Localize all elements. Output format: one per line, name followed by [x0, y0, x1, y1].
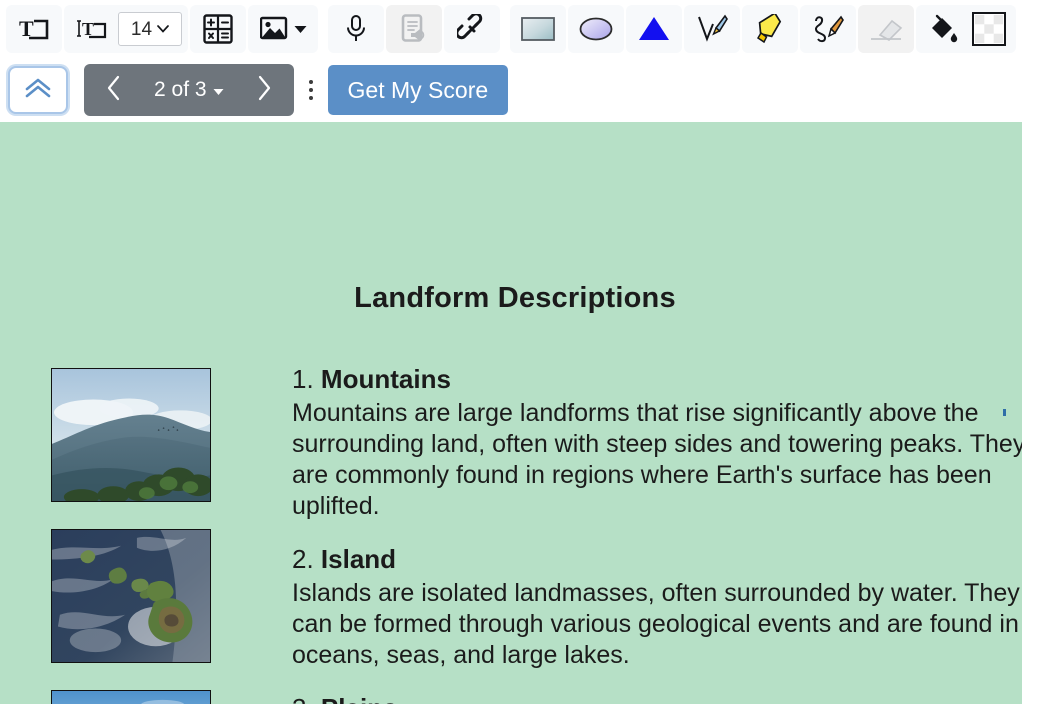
image-icon	[259, 16, 290, 42]
record-audio-button[interactable]	[334, 6, 378, 52]
fill-color-button[interactable]	[922, 6, 966, 52]
entry-body: Islands are isolated landmasses, often s…	[292, 578, 1020, 670]
image-group	[248, 5, 318, 53]
transparent-swatch-icon	[972, 12, 1006, 46]
read-aloud-group	[386, 5, 442, 53]
chevron-double-up-icon	[23, 77, 53, 104]
entry-heading: 1. Mountains	[292, 364, 1030, 396]
pencil-tool-button[interactable]	[806, 6, 850, 52]
paint-bucket-icon	[928, 14, 960, 44]
more-vertical-icon	[308, 88, 313, 92]
eraser-icon	[868, 15, 904, 43]
microphone-icon	[344, 14, 368, 44]
get-my-score-button[interactable]: Get My Score	[327, 65, 509, 115]
entry-body: Mountains are large landforms that rise …	[292, 398, 1026, 521]
rectangle-shape-icon	[520, 15, 556, 43]
document-canvas[interactable]: Landform Descriptions 1. Mountains Mount…	[0, 122, 1030, 704]
formatting-toolbar: T T 14	[0, 0, 1038, 58]
rectangle-group	[510, 5, 566, 53]
ellipse-group	[568, 5, 624, 53]
triangle-tool-button[interactable]	[632, 6, 676, 52]
font-size-value: 14	[130, 18, 153, 40]
link-icon	[457, 14, 487, 44]
next-page-button[interactable]	[238, 64, 290, 116]
font-size-select[interactable]: 14	[118, 12, 182, 46]
equation-button[interactable]	[196, 6, 240, 52]
link-group	[444, 5, 500, 53]
calculator-icon	[203, 14, 233, 44]
entry-number: 1.	[292, 364, 314, 394]
entry-number: 3.	[292, 693, 314, 704]
chevron-down-icon	[213, 78, 224, 102]
text-height-icon: T	[76, 16, 108, 42]
chevron-down-icon	[157, 20, 169, 38]
entry-term: Mountains	[320, 364, 451, 394]
page-navigator: 2 of 3	[84, 64, 294, 116]
text-box-group: T	[6, 5, 62, 53]
pen-icon	[696, 14, 728, 44]
entry-term: Island	[320, 544, 397, 574]
text-box-button[interactable]: T	[12, 6, 56, 52]
island-satellite-photo[interactable]	[51, 529, 211, 663]
entry-term: Plains	[321, 693, 398, 704]
read-aloud-button[interactable]	[392, 6, 436, 52]
text-cursor-mark	[1003, 409, 1006, 416]
ellipse-shape-icon	[578, 15, 614, 43]
plains-photo[interactable]	[51, 690, 211, 704]
entry-number: 2.	[292, 544, 314, 574]
highlighter-tool-button[interactable]	[748, 6, 792, 52]
chevron-down-icon	[294, 25, 307, 34]
document-speaker-icon	[401, 14, 427, 44]
highlighter-group	[742, 5, 798, 53]
pen-group	[684, 5, 740, 53]
eraser-tool-button[interactable]	[864, 6, 908, 52]
pencil-group	[800, 5, 856, 53]
collapse-toolbar-button[interactable]	[8, 66, 68, 114]
pencil-scribble-icon	[812, 14, 844, 44]
ellipse-tool-button[interactable]	[574, 6, 618, 52]
previous-page-button[interactable]	[88, 64, 140, 116]
pen-tool-button[interactable]	[690, 6, 734, 52]
more-vertical-icon	[308, 80, 313, 84]
text-box-icon: T	[19, 16, 49, 42]
triangle-shape-icon	[637, 15, 671, 43]
highlighter-icon	[753, 14, 787, 44]
landform-entry-3: 3. Plains Plains are extensive areas of …	[292, 693, 1030, 704]
eraser-group	[858, 5, 914, 53]
rectangle-tool-button[interactable]	[516, 6, 560, 52]
mountain-photo[interactable]	[51, 368, 211, 502]
landform-entry-1: 1. Mountains Mountains are large landfor…	[292, 364, 1030, 523]
entry-heading: 2. Island	[292, 544, 1030, 576]
landform-entry-2: 2. Island Islands are isolated landmasse…	[292, 544, 1030, 671]
page-indicator-text: 2 of 3	[154, 78, 207, 101]
page-indicator[interactable]: 2 of 3	[140, 78, 238, 102]
triangle-group	[626, 5, 682, 53]
microphone-group	[328, 5, 384, 53]
fill-group	[916, 5, 1016, 53]
insert-image-button[interactable]	[254, 6, 312, 52]
canvas-right-margin	[1022, 122, 1030, 704]
transparent-swatch-button[interactable]	[968, 6, 1010, 52]
more-options-button[interactable]	[294, 64, 328, 116]
page-title: Landform Descriptions	[354, 282, 676, 314]
entry-heading: 3. Plains	[292, 693, 1030, 704]
chevron-right-icon	[256, 75, 272, 106]
chevron-left-icon	[106, 75, 122, 106]
text-format-group: T 14	[64, 5, 188, 53]
navigation-toolbar: 2 of 3 Get My Score	[0, 58, 1038, 122]
equation-group	[190, 5, 246, 53]
insert-link-button[interactable]	[450, 6, 494, 52]
text-size-button[interactable]: T	[70, 6, 114, 52]
more-vertical-icon	[308, 96, 313, 100]
